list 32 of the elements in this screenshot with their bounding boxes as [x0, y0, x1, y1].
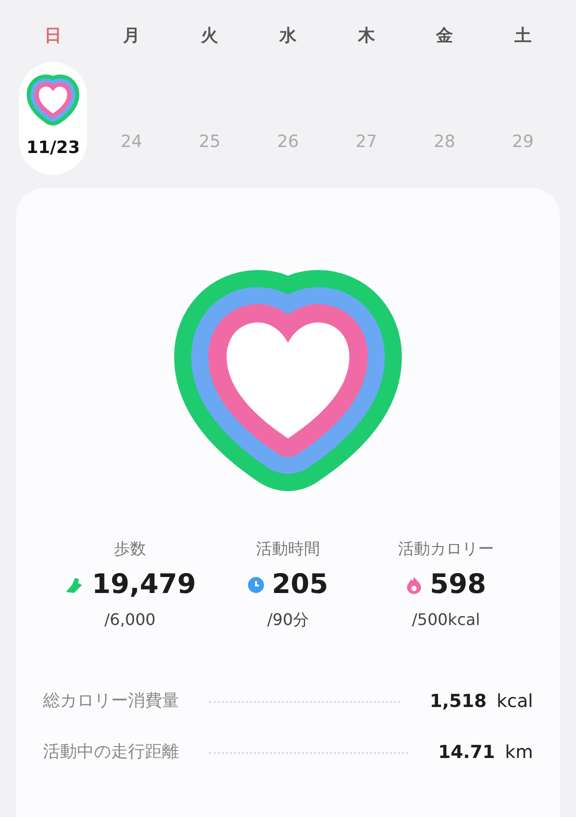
- stat-goal: /90分: [267, 609, 309, 631]
- weekday-label: 水: [279, 25, 296, 48]
- stat-label: 歩数: [114, 538, 146, 560]
- heart-rings-icon: [26, 74, 80, 126]
- clock-icon: [248, 576, 264, 592]
- unit-label: km: [505, 741, 533, 765]
- unit-label: kcal: [496, 690, 533, 714]
- detail-value: 14.71: [438, 741, 496, 765]
- day-tab[interactable]: 29: [508, 126, 538, 160]
- detail-value: 1,518: [430, 690, 487, 714]
- stat-value: 598: [430, 571, 486, 598]
- flame-icon: [406, 576, 422, 594]
- day-tab[interactable]: 26: [273, 126, 303, 160]
- detail-label: 活動中の走行距離: [43, 740, 179, 764]
- stat-label: 活動カロリー: [398, 538, 494, 560]
- day-tab[interactable]: 25: [194, 126, 225, 160]
- weekday-label: 木: [358, 25, 375, 48]
- day-tab[interactable]: 28: [430, 126, 460, 160]
- day-tab[interactable]: 27: [351, 126, 382, 160]
- stat-value: 19,479: [92, 571, 196, 598]
- weekday-label: 月: [122, 25, 140, 48]
- day-tab[interactable]: 11/23: [19, 62, 88, 175]
- detail-label: 総カロリー消費量: [43, 690, 179, 713]
- day-tab[interactable]: 24: [116, 126, 146, 160]
- stat-goal: /6,000: [104, 609, 156, 631]
- weekday-label: 日: [44, 25, 62, 48]
- stat-value: 205: [272, 571, 328, 598]
- weekday-label: 土: [514, 25, 532, 48]
- stat-label: 活動時間: [256, 538, 320, 560]
- stat-goal: /500kcal: [412, 609, 480, 631]
- weekday-label: 金: [436, 25, 454, 48]
- weekday-label: 火: [201, 25, 218, 48]
